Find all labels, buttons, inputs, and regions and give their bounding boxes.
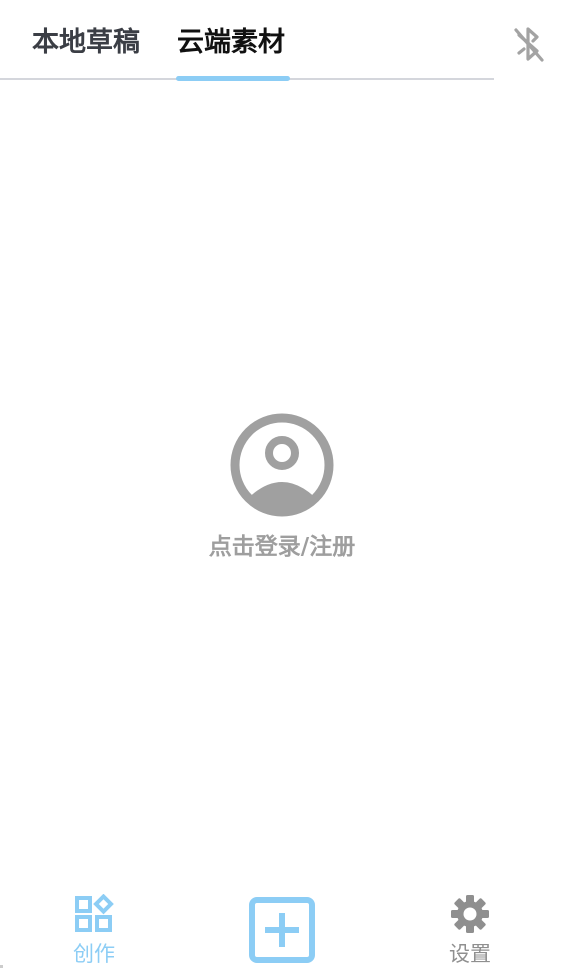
tab-local-drafts[interactable]: 本地草稿: [32, 22, 140, 64]
bottom-navigation: 创作 设置: [0, 880, 564, 973]
nav-settings-label: 设置: [449, 942, 491, 966]
active-tab-indicator: [176, 76, 290, 81]
nav-settings[interactable]: 设置: [425, 894, 515, 970]
nav-create-label: 创作: [73, 942, 115, 966]
login-prompt[interactable]: 点击登录/注册: [182, 410, 382, 570]
login-register-label[interactable]: 点击登录/注册: [182, 532, 382, 562]
plus-square-icon: [249, 897, 315, 963]
user-circle-icon: [229, 412, 335, 518]
bluetooth-off-icon[interactable]: [512, 24, 546, 64]
corner-mark: [0, 965, 3, 968]
add-button[interactable]: [249, 897, 315, 963]
gear-icon: [450, 894, 490, 934]
nav-create[interactable]: 创作: [49, 893, 139, 970]
apps-grid-icon: [74, 893, 114, 934]
top-tab-bar: 本地草稿 云端素材: [0, 0, 494, 81]
tab-cloud-materials[interactable]: 云端素材: [177, 22, 285, 64]
